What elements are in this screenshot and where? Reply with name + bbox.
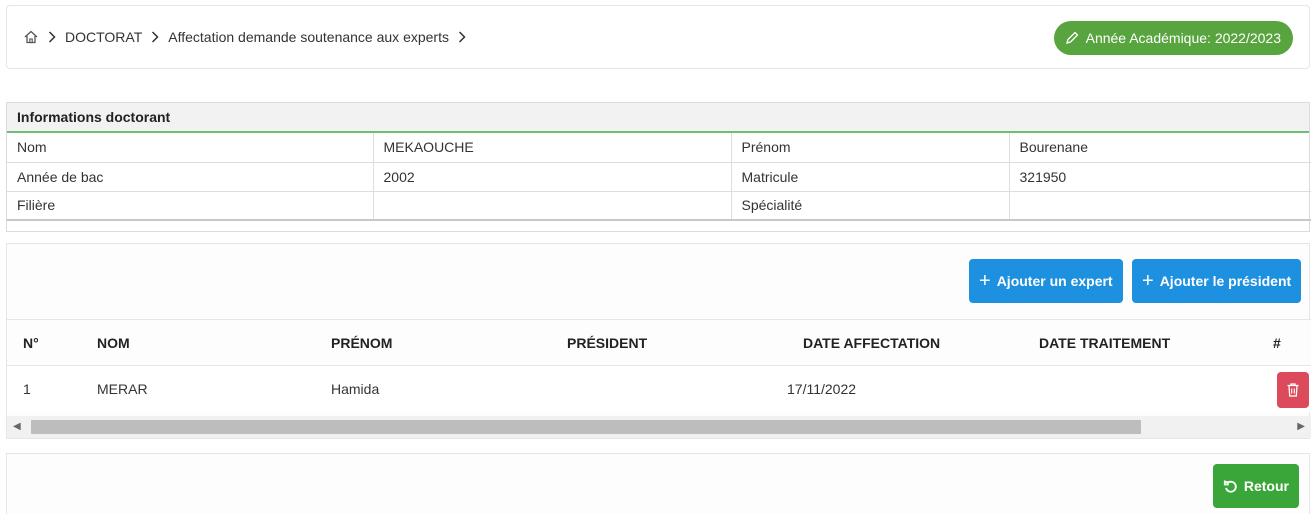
column-header-prenom[interactable]: PRÉNOM bbox=[331, 335, 392, 351]
chevron-right-icon bbox=[48, 31, 56, 43]
info-label: Nom bbox=[7, 133, 374, 163]
pencil-icon bbox=[1065, 31, 1079, 44]
cell-prenom: Hamida bbox=[331, 381, 380, 397]
academic-year-badge[interactable]: Année Académique: 2022/2023 bbox=[1053, 21, 1293, 55]
info-table: Nom MEKAOUCHE Prénom Bourenane Année de … bbox=[7, 133, 1311, 221]
scrollbar-thumb[interactable] bbox=[31, 420, 1141, 434]
breadcrumb-item-doctorat[interactable]: DOCTORAT bbox=[65, 29, 142, 45]
plus-icon: + bbox=[1142, 270, 1154, 292]
cell-num: 1 bbox=[23, 381, 31, 397]
breadcrumb-item-affectation[interactable]: Affectation demande soutenance aux exper… bbox=[168, 29, 449, 45]
add-president-label: Ajouter le président bbox=[1159, 273, 1292, 289]
add-expert-button[interactable]: + Ajouter un expert bbox=[969, 259, 1123, 303]
info-panel-title: Informations doctorant bbox=[7, 103, 1309, 133]
info-label: Filière bbox=[7, 191, 374, 221]
breadcrumb: DOCTORAT Affectation demande soutenance … bbox=[23, 29, 475, 45]
column-header-actions: # bbox=[1273, 335, 1281, 351]
academic-year-label: Année Académique: 2022/2023 bbox=[1085, 30, 1281, 46]
column-header-nom[interactable]: NOM bbox=[97, 335, 130, 351]
info-row: Filière Spécialité bbox=[7, 191, 1311, 221]
info-row: Année de bac 2002 Matricule 321950 bbox=[7, 162, 1311, 192]
add-president-button[interactable]: + Ajouter le président bbox=[1132, 259, 1302, 303]
scroll-left-arrow-icon[interactable]: ◀ bbox=[13, 421, 21, 432]
table-header: N° NOM PRÉNOM PRÉSIDENT DATE AFFECTATION… bbox=[7, 319, 1311, 366]
column-header-president[interactable]: PRÉSIDENT bbox=[567, 335, 647, 351]
info-label: Matricule bbox=[731, 162, 1010, 192]
home-icon[interactable] bbox=[23, 29, 39, 45]
info-value bbox=[373, 191, 732, 221]
chevron-right-icon bbox=[151, 31, 159, 43]
footer-panel: Retour bbox=[6, 453, 1310, 514]
breadcrumb-bar: DOCTORAT Affectation demande soutenance … bbox=[6, 5, 1310, 69]
trash-icon bbox=[1287, 383, 1299, 397]
chevron-right-icon bbox=[458, 31, 466, 43]
experts-panel: + Ajouter un expert + Ajouter le préside… bbox=[6, 243, 1311, 439]
horizontal-scrollbar[interactable]: ◀ ▶ bbox=[7, 416, 1311, 438]
info-label: Prénom bbox=[731, 133, 1010, 163]
delete-button[interactable] bbox=[1277, 372, 1309, 408]
add-expert-label: Ajouter un expert bbox=[996, 273, 1113, 289]
info-value: 2002 bbox=[373, 162, 732, 192]
info-row: Nom MEKAOUCHE Prénom Bourenane bbox=[7, 133, 1311, 163]
info-value bbox=[1009, 191, 1311, 221]
scroll-right-arrow-icon[interactable]: ▶ bbox=[1297, 421, 1305, 432]
back-button[interactable]: Retour bbox=[1212, 464, 1299, 508]
column-header-date-traitement[interactable]: DATE TRAITEMENT bbox=[1039, 335, 1170, 351]
info-panel: Informations doctorant Nom MEKAOUCHE Pré… bbox=[6, 102, 1311, 232]
info-value: MEKAOUCHE bbox=[373, 133, 732, 163]
info-value: 321950 bbox=[1009, 162, 1311, 192]
back-label: Retour bbox=[1243, 478, 1289, 494]
cell-nom: MERAR bbox=[97, 381, 148, 397]
plus-icon: + bbox=[979, 270, 991, 292]
cell-date-affectation: 17/11/2022 bbox=[787, 381, 857, 397]
info-label: Spécialité bbox=[731, 191, 1010, 221]
info-value: Bourenane bbox=[1009, 133, 1311, 163]
undo-icon bbox=[1223, 480, 1237, 493]
info-label: Année de bac bbox=[7, 162, 374, 192]
column-header-num[interactable]: N° bbox=[23, 335, 39, 351]
column-header-date-affectation[interactable]: DATE AFFECTATION bbox=[803, 335, 940, 351]
table-row: 1 MERAR Hamida 17/11/2022 bbox=[7, 366, 1311, 412]
